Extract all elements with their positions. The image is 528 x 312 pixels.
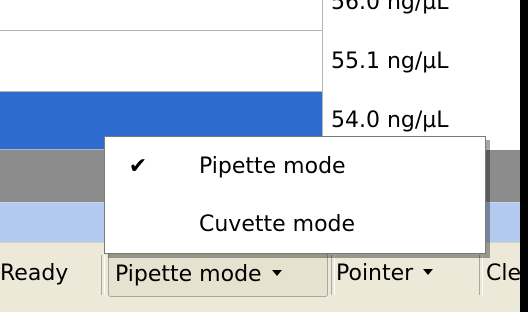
menu-item-label: Pipette mode: [199, 154, 346, 179]
mode-popup-menu: ✔ Pipette mode Cuvette mode: [104, 136, 486, 254]
status-separator: [101, 255, 105, 295]
menu-item-label: Cuvette mode: [199, 212, 356, 237]
window-border: [520, 0, 528, 312]
pointer-dropdown-label: Pointer: [336, 261, 414, 286]
menu-item-cuvette-mode[interactable]: Cuvette mode: [105, 199, 485, 251]
clear-button[interactable]: Clea: [486, 253, 520, 297]
concentration-cell: 56.0 ng/µL: [323, 0, 520, 31]
pointer-dropdown[interactable]: Pointer: [334, 253, 434, 297]
status-separator: [479, 255, 483, 295]
concentration-cell: 55.1 ng/µL: [323, 31, 520, 92]
check-icon: ✔: [128, 154, 148, 179]
menu-item-pipette-mode[interactable]: ✔ Pipette mode: [105, 141, 485, 193]
main-window: 56.0 ng/µL 55.1 ng/µL 54.0 ng/µL Ready P…: [0, 0, 520, 312]
mode-dropdown-label: Pipette mode: [115, 262, 262, 287]
status-text: Ready: [0, 261, 69, 286]
chevron-down-icon: [423, 269, 434, 275]
mode-dropdown[interactable]: Pipette mode: [108, 253, 328, 297]
chevron-down-icon: [271, 270, 282, 276]
